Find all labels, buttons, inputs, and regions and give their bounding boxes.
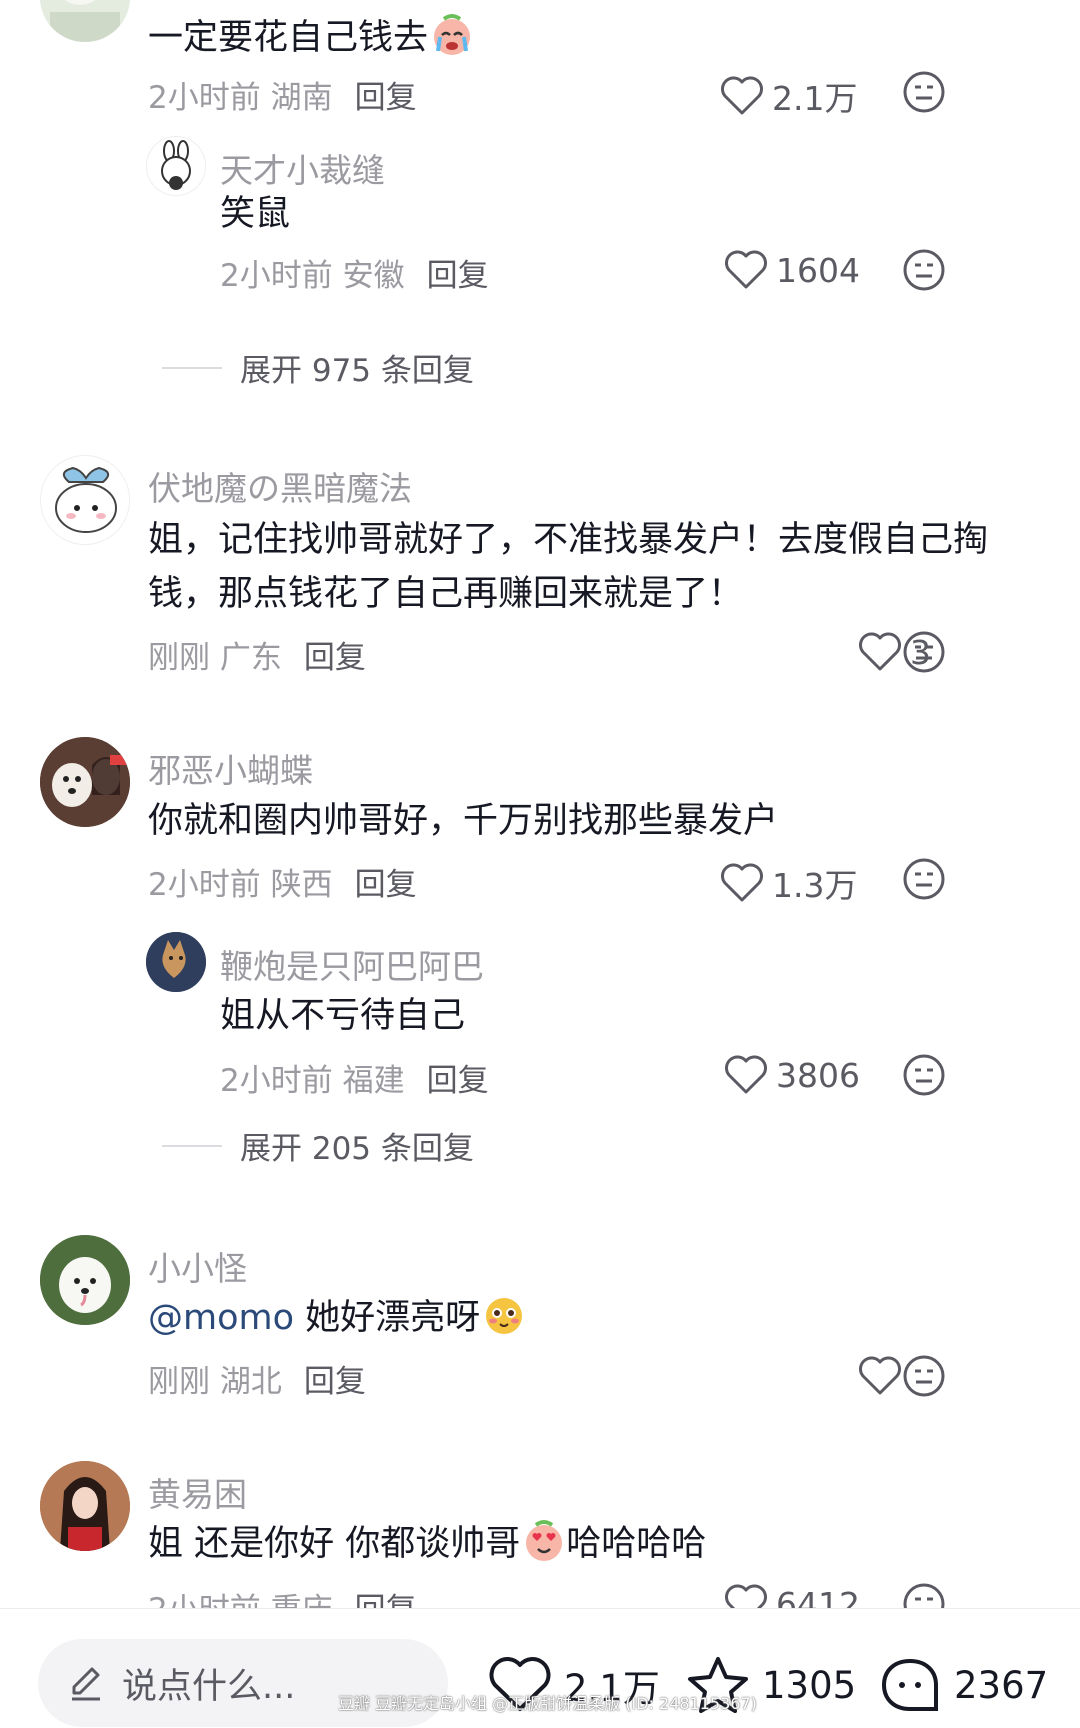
like-count: 1604	[776, 250, 860, 290]
dislike-face-icon[interactable]	[902, 248, 946, 292]
comment-text: 笑鼠	[220, 194, 291, 234]
expand-replies-button[interactable]: 展开 975 条回复	[162, 345, 474, 390]
heart-icon	[859, 1356, 901, 1395]
comment-meta: 2小时前 陕西 回复	[148, 867, 417, 903]
reply-button[interactable]: 回复	[427, 1063, 489, 1099]
comment-meta: 刚刚 广东 回复	[148, 640, 366, 676]
dislike-face-icon[interactable]	[902, 857, 946, 901]
dislike-face-icon[interactable]	[902, 1354, 946, 1398]
like-button[interactable]: 2.1万	[720, 72, 857, 120]
like-button[interactable]: 3806	[724, 1055, 860, 1095]
username[interactable]: 伏地魔の黑暗魔法	[148, 462, 412, 510]
heart-icon	[725, 250, 767, 289]
comment-input-placeholder: 说点什么...	[122, 1666, 296, 1707]
reply-button[interactable]: 回复	[427, 258, 489, 294]
comment-text: 姐 还是你好 你都谈帅哥 哈哈哈哈	[148, 1516, 706, 1572]
username[interactable]: 黄易困	[148, 1468, 247, 1516]
comment-meta: 2小时前 福建 回复	[220, 1063, 489, 1099]
comment-meta: 2小时前 安徽 回复	[220, 258, 489, 294]
dislike-face-icon[interactable]	[902, 70, 946, 114]
like-button[interactable]: 1.3万	[720, 859, 857, 907]
username[interactable]: 天才小裁缝	[220, 144, 385, 192]
avatar[interactable]	[40, 1235, 130, 1325]
heart-icon	[725, 1055, 767, 1094]
heart-icon	[721, 76, 763, 115]
avatar[interactable]	[146, 932, 206, 992]
username[interactable]: 鞭炮是只阿巴阿巴	[220, 940, 484, 988]
heart-icon	[721, 863, 763, 902]
comment-text: @momo 她好漂亮呀	[148, 1290, 526, 1346]
crying-face-emoji-icon	[434, 14, 471, 55]
comment-count: 2367	[954, 1663, 1049, 1707]
blushing-face-emoji-icon	[486, 1298, 523, 1334]
comment-text: 一定要花自己钱去	[148, 10, 474, 66]
divider	[162, 366, 222, 369]
reply-button[interactable]: 回复	[355, 867, 417, 903]
comment-bubble-icon	[881, 1658, 938, 1711]
reply-button[interactable]: 回复	[304, 640, 366, 676]
comment-text: 姐从不亏待自己	[220, 996, 466, 1036]
heart-icon	[859, 632, 901, 671]
heart-eyes-emoji-icon	[526, 1520, 563, 1561]
like-count: 1.3万	[772, 866, 858, 905]
like-button[interactable]: 1604	[724, 250, 860, 290]
comment-text: 你就和圈内帅哥好，千万别找那些暴发户	[148, 801, 779, 841]
comment-button[interactable]: 2367	[878, 1655, 1048, 1715]
pencil-icon	[72, 1667, 100, 1701]
like-count: 3806	[776, 1055, 860, 1095]
favorite-count: 1305	[762, 1663, 857, 1707]
divider	[162, 1144, 222, 1147]
mention-link[interactable]: @momo	[148, 1298, 294, 1338]
avatar[interactable]	[40, 1461, 130, 1551]
comment-text: 钱，那点钱花了自己再赚回来就是了！	[148, 574, 744, 614]
reply-button[interactable]: 回复	[304, 1364, 366, 1400]
username[interactable]: 小小怪	[148, 1242, 247, 1290]
avatar[interactable]	[40, 0, 130, 42]
watermark: 豆瓣 豆瓣无定岛小组 @正版甜饼温柔版 (ID: 248115367)	[338, 1694, 757, 1713]
comment-meta: 2小时前 湖南 回复	[148, 80, 417, 116]
dislike-face-icon[interactable]	[902, 1053, 946, 1097]
comment-text: 姐，记住找帅哥就好了，不准找暴发户！去度假自己掏	[148, 520, 989, 560]
avatar[interactable]	[40, 455, 130, 545]
dislike-face-icon[interactable]	[902, 630, 946, 674]
avatar[interactable]	[146, 136, 206, 196]
comment-meta: 刚刚 湖北 回复	[148, 1364, 366, 1400]
like-count: 2.1万	[772, 79, 858, 118]
username[interactable]: 邪恶小蝴蝶	[148, 744, 313, 792]
avatar[interactable]	[40, 737, 130, 827]
expand-replies-button[interactable]: 展开 205 条回复	[162, 1123, 474, 1168]
reply-button[interactable]: 回复	[355, 80, 417, 116]
